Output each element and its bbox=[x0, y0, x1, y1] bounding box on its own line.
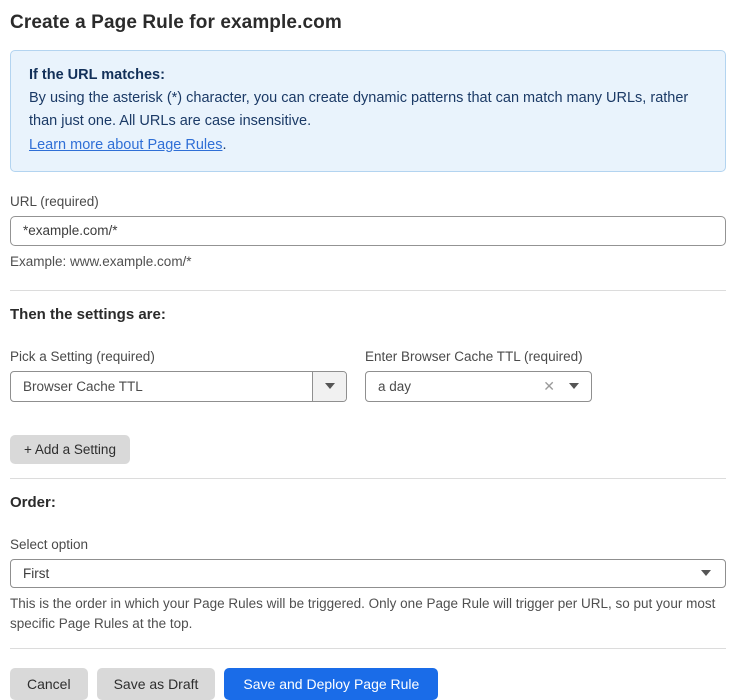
add-setting-button[interactable]: + Add a Setting bbox=[10, 435, 130, 464]
settings-row: Pick a Setting (required) Browser Cache … bbox=[10, 349, 726, 402]
url-match-info-box: If the URL matches: By using the asteris… bbox=[10, 50, 726, 172]
order-select-label: Select option bbox=[10, 537, 726, 552]
url-input[interactable] bbox=[10, 216, 726, 246]
chevron-down-icon bbox=[569, 383, 579, 389]
section-divider-1 bbox=[10, 290, 726, 291]
chevron-down-icon bbox=[325, 383, 335, 389]
setting-dropdown[interactable]: Browser Cache TTL bbox=[10, 371, 347, 402]
save-and-deploy-button[interactable]: Save and Deploy Page Rule bbox=[224, 668, 438, 700]
form-actions: Cancel Save as Draft Save and Deploy Pag… bbox=[10, 668, 726, 700]
section-divider-3 bbox=[10, 648, 726, 649]
page-title: Create a Page Rule for example.com bbox=[10, 12, 726, 34]
info-box-link-line: Learn more about Page Rules. bbox=[29, 134, 707, 157]
order-select-value: First bbox=[23, 566, 701, 581]
clear-icon[interactable]: ✕ bbox=[543, 379, 555, 393]
settings-section-heading: Then the settings are: bbox=[10, 306, 726, 323]
ttl-dropdown-value: a day bbox=[378, 379, 543, 394]
ttl-dropdown[interactable]: a day ✕ bbox=[365, 371, 592, 402]
chevron-down-icon bbox=[701, 570, 711, 576]
url-example-helper: Example: www.example.com/* bbox=[10, 254, 726, 269]
info-box-heading: If the URL matches: bbox=[29, 64, 707, 87]
save-as-draft-button[interactable]: Save as Draft bbox=[97, 668, 216, 700]
pick-setting-column: Pick a Setting (required) Browser Cache … bbox=[10, 349, 347, 402]
order-helper-text: This is the order in which your Page Rul… bbox=[10, 594, 726, 635]
setting-dropdown-arrow-button[interactable] bbox=[312, 372, 346, 401]
url-field-label: URL (required) bbox=[10, 194, 726, 209]
order-select[interactable]: First bbox=[10, 559, 726, 588]
cancel-button[interactable]: Cancel bbox=[10, 668, 88, 700]
create-page-rule-form: Create a Page Rule for example.com If th… bbox=[0, 0, 736, 676]
order-section-heading: Order: bbox=[10, 494, 726, 511]
section-divider-2 bbox=[10, 478, 726, 479]
ttl-column: Enter Browser Cache TTL (required) a day… bbox=[365, 349, 592, 402]
ttl-label: Enter Browser Cache TTL (required) bbox=[365, 349, 592, 364]
link-period: . bbox=[222, 137, 226, 153]
learn-more-link[interactable]: Learn more about Page Rules bbox=[29, 137, 222, 153]
setting-dropdown-value: Browser Cache TTL bbox=[11, 379, 312, 394]
pick-setting-label: Pick a Setting (required) bbox=[10, 349, 347, 364]
info-box-body: By using the asterisk (*) character, you… bbox=[29, 87, 707, 133]
